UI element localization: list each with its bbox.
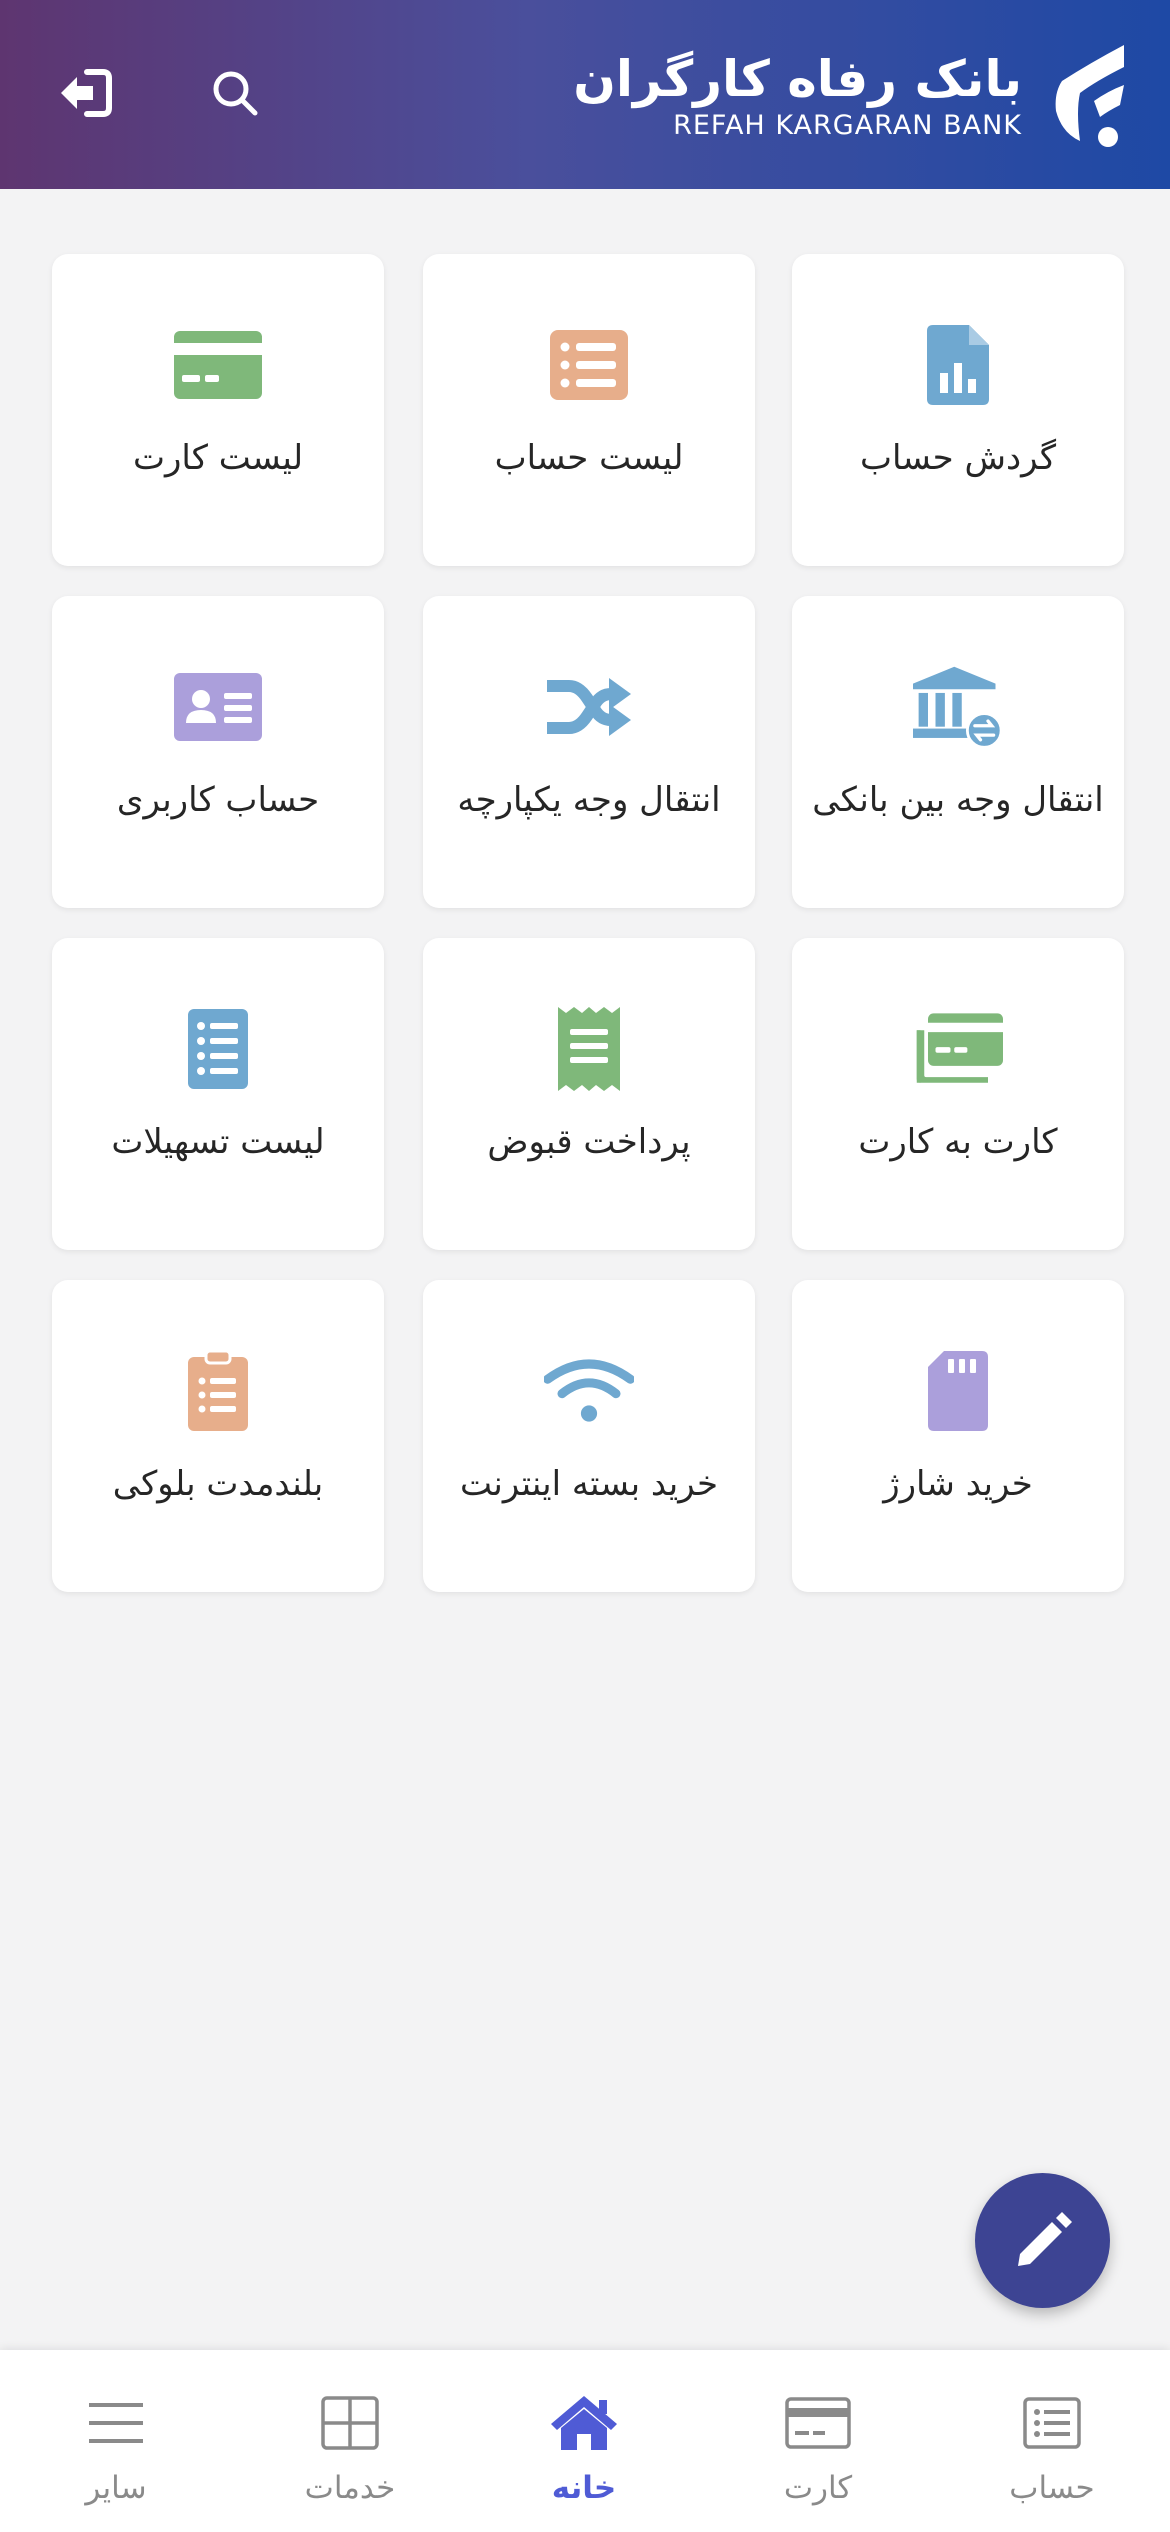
tile-label: انتقال وجه بین بانکی bbox=[812, 780, 1104, 820]
tile-user-account[interactable]: حساب کاربری bbox=[52, 596, 384, 908]
tile-bill-payment[interactable]: پرداخت قبوض bbox=[423, 938, 755, 1250]
tile-label: انتقال وجه یکپارچه bbox=[457, 780, 721, 820]
integrated-transfer-icon bbox=[547, 678, 631, 736]
tile-account-list[interactable]: لیست حساب bbox=[423, 254, 755, 566]
search-icon bbox=[213, 71, 258, 116]
nav-item-services[interactable]: خدمات bbox=[250, 2350, 450, 2532]
nav-item-card[interactable]: کارت bbox=[718, 2350, 918, 2532]
wifi-icon bbox=[544, 1359, 634, 1422]
bottom-navigation: حساب کارت خانه خدمات سایر bbox=[0, 2350, 1170, 2532]
card-list-icon bbox=[174, 331, 262, 399]
nav-label: خانه bbox=[551, 2470, 617, 2506]
bill-payment-icon bbox=[558, 1007, 620, 1091]
tile-label: لیست تسهیلات bbox=[111, 1122, 325, 1162]
nav-item-account[interactable]: حساب bbox=[952, 2350, 1152, 2532]
account-statement-icon bbox=[927, 325, 989, 405]
tile-loan-list[interactable]: لیست تسهیلات bbox=[52, 938, 384, 1250]
clipboard-icon bbox=[188, 1351, 248, 1431]
bank-name-fa: بانک رفاه کارگران bbox=[573, 50, 1022, 108]
tile-label: حساب کاربری bbox=[116, 780, 320, 820]
edit-fab-button[interactable] bbox=[975, 2173, 1110, 2308]
nav-label: سایر bbox=[85, 2470, 147, 2506]
menu-icon bbox=[89, 2403, 143, 2443]
tile-label: لیست کارت bbox=[132, 438, 304, 478]
search-button[interactable] bbox=[190, 48, 280, 138]
tile-label: لیست حساب bbox=[494, 438, 684, 478]
tile-internet-package[interactable]: خرید بسته اینترنت bbox=[423, 1280, 755, 1592]
nav-label: حساب bbox=[1009, 2470, 1095, 2506]
tile-account-statement[interactable]: گردش حساب bbox=[792, 254, 1124, 566]
services-grid-icon bbox=[321, 2396, 379, 2450]
user-account-icon bbox=[174, 673, 262, 741]
card-to-card-icon bbox=[916, 1013, 1003, 1083]
tile-label: گردش حساب bbox=[859, 438, 1057, 478]
nav-item-more[interactable]: سایر bbox=[16, 2350, 216, 2532]
pencil-icon bbox=[1017, 2211, 1072, 2266]
logout-icon bbox=[61, 69, 112, 117]
tile-label: بلندمدت بلوکی bbox=[112, 1464, 324, 1504]
logout-button[interactable] bbox=[40, 48, 130, 138]
bank-name-en: REFAH KARGARAN BANK bbox=[673, 110, 1022, 141]
tile-integrated-transfer[interactable]: انتقال وجه یکپارچه bbox=[423, 596, 755, 908]
loan-list-icon bbox=[188, 1009, 248, 1089]
tile-long-term-block[interactable]: بلندمدت بلوکی bbox=[52, 1280, 384, 1592]
app-header: بانک رفاه کارگران REFAH KARGARAN BANK bbox=[0, 0, 1170, 189]
tile-card-to-card[interactable]: کارت به کارت bbox=[792, 938, 1124, 1250]
nav-label: خدمات bbox=[304, 2470, 396, 2506]
tile-label: کارت به کارت bbox=[858, 1122, 1058, 1162]
nav-label: کارت bbox=[783, 2470, 853, 2506]
account-list-icon bbox=[550, 330, 628, 400]
tile-label: خرید شارژ bbox=[883, 1464, 1033, 1504]
tile-label: پرداخت قبوض bbox=[487, 1122, 691, 1162]
tile-label: خرید بسته اینترنت bbox=[459, 1464, 719, 1504]
bank-emblem-icon bbox=[1055, 45, 1124, 147]
tile-interbank-transfer[interactable]: انتقال وجه بین بانکی bbox=[792, 596, 1124, 908]
home-icon bbox=[551, 2396, 617, 2450]
sim-charge-icon bbox=[928, 1351, 988, 1431]
nav-item-home[interactable]: خانه bbox=[484, 2350, 684, 2532]
interbank-transfer-icon bbox=[913, 666, 1003, 749]
bank-logo: بانک رفاه کارگران REFAH KARGARAN BANK bbox=[573, 36, 1130, 156]
tile-sim-charge[interactable]: خرید شارژ bbox=[792, 1280, 1124, 1592]
account-nav-icon bbox=[1023, 2397, 1081, 2449]
card-nav-icon bbox=[785, 2397, 851, 2449]
tile-card-list[interactable]: لیست کارت bbox=[52, 254, 384, 566]
